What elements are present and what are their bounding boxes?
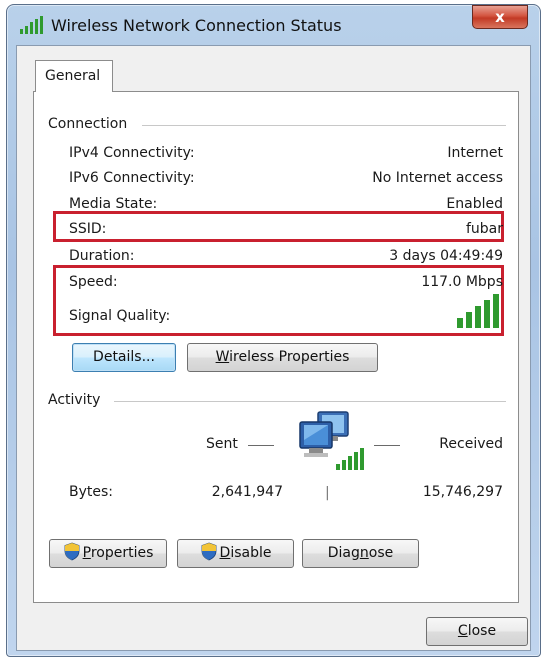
bytes-separator: | [325, 485, 330, 501]
duration-value: 3 days 04:49:49 [389, 248, 503, 264]
close-mnemonic: C [457, 623, 468, 639]
ssid-label: SSID: [69, 221, 107, 237]
shield-icon [201, 542, 216, 561]
window-title: Wireless Network Connection Status [51, 16, 342, 35]
connection-group-header: Connection [48, 116, 128, 132]
speed-value: 117.0 Mbps [421, 274, 503, 290]
disable-mnemonic: D [219, 545, 231, 561]
close-label: lose [467, 623, 497, 639]
speed-label: Speed: [69, 274, 118, 290]
tab-general[interactable]: General [35, 60, 113, 92]
diagnose-mnemonic: n [359, 545, 369, 561]
details-button[interactable]: Details... [72, 343, 176, 372]
media-state-value: Enabled [446, 196, 503, 212]
properties-mnemonic: P [82, 545, 91, 561]
duration-label: Duration: [69, 248, 135, 264]
wireless-properties-rest: ireless Properties [229, 349, 350, 365]
connection-group-divider [142, 125, 506, 126]
media-state-label: Media State: [69, 196, 158, 212]
ssid-highlight [53, 211, 504, 242]
diagnose-label-a: Diag [327, 545, 360, 561]
ipv6-value: No Internet access [372, 170, 503, 186]
ipv4-value: Internet [447, 145, 503, 161]
close-button[interactable]: Close [426, 617, 528, 646]
sent-line [248, 445, 274, 446]
signal-quality-label: Signal Quality: [69, 308, 171, 324]
bytes-received-value: 15,746,297 [422, 484, 503, 500]
properties-label: roperties [90, 545, 154, 561]
bytes-label: Bytes: [69, 484, 114, 500]
title-bar[interactable]: Wireless Network Connection Status x [7, 5, 540, 45]
title-close-button[interactable]: x [472, 5, 528, 29]
received-line [374, 445, 400, 446]
activity-group-divider [114, 401, 506, 402]
ipv6-label: IPv6 Connectivity: [69, 170, 195, 186]
ssid-value: fubar [465, 221, 503, 237]
disable-button[interactable]: Disable [177, 539, 294, 568]
diagnose-label-b: ose [368, 545, 394, 561]
properties-button[interactable]: Properties [49, 539, 167, 568]
status-window: Wireless Network Connection Status x Gen… [6, 4, 541, 657]
network-computers-icon [299, 411, 364, 470]
signal-strength-icon [20, 16, 43, 34]
signal-quality-icon [457, 294, 499, 328]
disable-label: isable [230, 545, 272, 561]
diagnose-button[interactable]: Diagnose [302, 539, 419, 568]
activity-group-header: Activity [48, 392, 101, 408]
received-label: Received [439, 436, 503, 452]
wireless-properties-mnemonic: W [215, 349, 230, 365]
shield-icon [64, 542, 80, 561]
ipv4-label: IPv4 Connectivity: [69, 145, 195, 161]
wireless-properties-button[interactable]: Wireless Properties [187, 343, 378, 372]
sent-label: Sent [206, 436, 238, 452]
bytes-sent-value: 2,641,947 [211, 484, 283, 500]
close-icon: x [495, 8, 505, 26]
general-tab-panel: Connection IPv4 Connectivity: Internet I… [33, 91, 519, 603]
client-area: General Connection IPv4 Connectivity: In… [16, 45, 531, 651]
